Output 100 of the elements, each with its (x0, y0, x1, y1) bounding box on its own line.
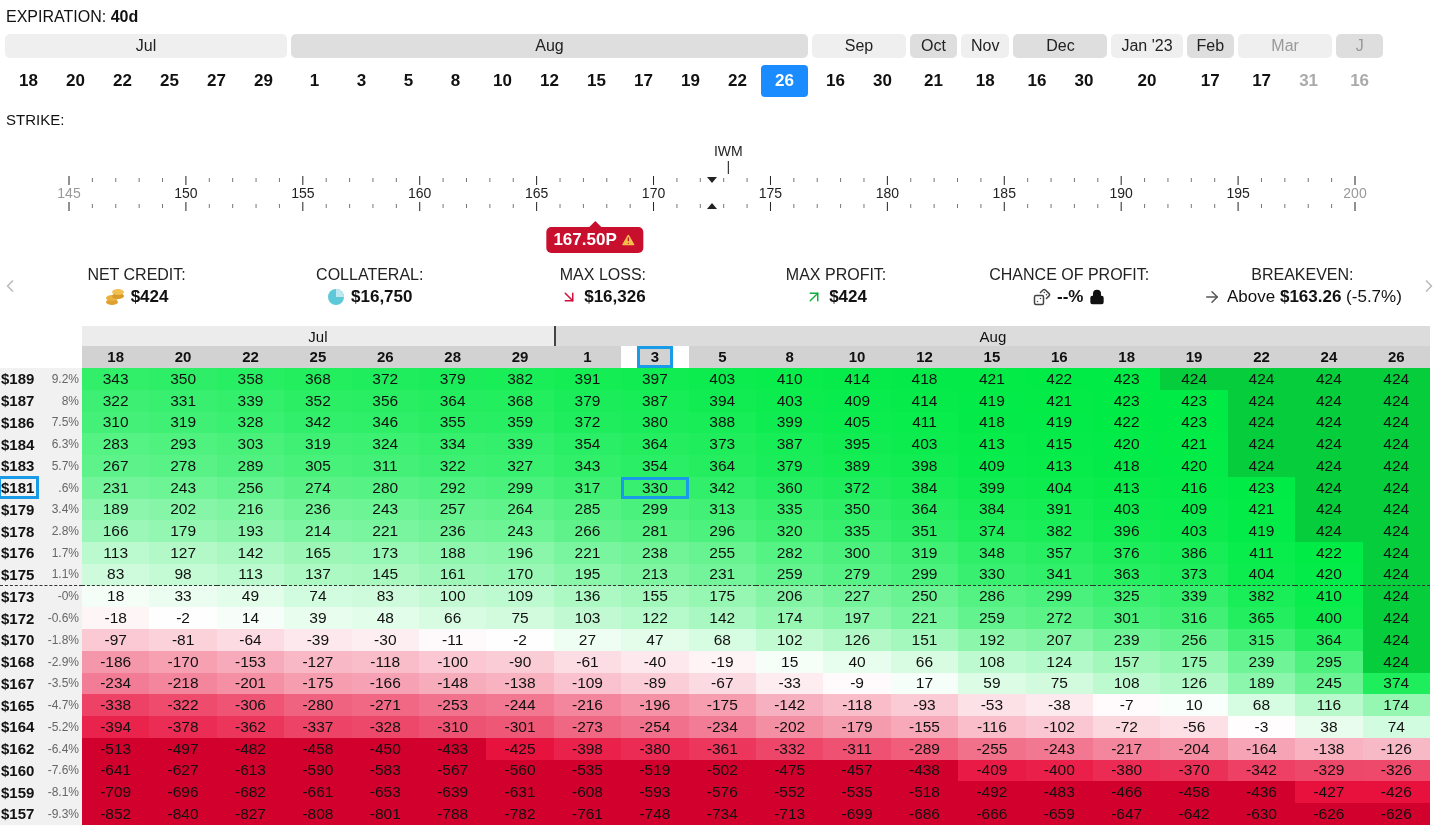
pnl-cell: 136 (553, 585, 622, 608)
strike-tick-label: 190 (1109, 185, 1133, 201)
pnl-cell: 122 (621, 607, 689, 629)
expiration-date-button[interactable]: 15 (573, 65, 620, 97)
strike-tick-label: 175 (758, 185, 783, 201)
date-header[interactable]: 12 (890, 346, 959, 368)
strike-price-label[interactable]: $176 (0, 543, 38, 563)
pnl-cell: -38 (1025, 694, 1093, 716)
pnl-cell: 424 (1295, 433, 1363, 455)
month-tab[interactable]: Dec (1013, 34, 1108, 58)
strike-price-label[interactable]: $183 (0, 456, 38, 476)
expiration-date-button[interactable]: 8 (432, 65, 479, 97)
strike-price-label[interactable]: $181 (0, 478, 38, 498)
strike-price-label[interactable]: $160 (0, 760, 38, 780)
date-header[interactable]: 28 (419, 346, 487, 368)
expiration-date-button[interactable]: 18 (961, 65, 1009, 97)
date-header[interactable]: 16 (1025, 346, 1093, 368)
expiration-date-button[interactable]: 22 (714, 65, 761, 97)
strike-price-label[interactable]: $186 (0, 412, 38, 432)
expiration-date-button[interactable]: 21 (910, 65, 957, 97)
date-header[interactable]: 26 (1362, 346, 1430, 368)
expiration-date-button[interactable]: 3 (338, 65, 385, 97)
date-header[interactable]: 1 (553, 346, 622, 368)
date-header[interactable]: 22 (216, 346, 285, 368)
date-header[interactable]: 19 (1160, 346, 1228, 368)
month-tab[interactable]: Sep (812, 34, 906, 58)
strike-price-label[interactable]: $159 (0, 782, 38, 802)
expiration-date-button[interactable]: 17 (1238, 65, 1286, 97)
month-tab[interactable]: Oct (910, 34, 957, 58)
pnl-cell: -394 (82, 716, 150, 738)
expiration-date-button[interactable]: 1 (291, 65, 338, 97)
date-header[interactable]: 22 (1227, 346, 1296, 368)
pnl-cell: -100 (419, 650, 487, 673)
expiration-date-button[interactable]: 19 (667, 65, 714, 97)
pnl-cell: -458 (1160, 781, 1228, 803)
price-change-label: 5.7% (51, 458, 79, 473)
strike-price-label[interactable]: $165 (0, 695, 38, 715)
underlying-marker (727, 160, 729, 175)
expiration-date-button[interactable]: 16 (812, 65, 859, 97)
strike-price-label[interactable]: $178 (0, 521, 38, 541)
pnl-cell: 423 (1160, 389, 1228, 412)
expiration-date-button[interactable]: 12 (526, 65, 573, 97)
expiration-date-button[interactable]: 10 (479, 65, 526, 97)
date-header[interactable]: 20 (149, 346, 217, 368)
month-tab[interactable]: Jan '23 (1111, 34, 1183, 58)
pnl-cell: 365 (1227, 607, 1296, 629)
expiration-date-button[interactable]: 30 (859, 65, 906, 97)
pnl-cell: -457 (823, 759, 891, 782)
date-header[interactable]: 26 (351, 346, 419, 368)
pnl-cell: -271 (351, 694, 419, 716)
date-header[interactable]: 8 (756, 346, 824, 368)
date-header[interactable]: 24 (1295, 346, 1363, 368)
strike-price-label[interactable]: $179 (0, 499, 38, 519)
month-tab[interactable]: Nov (961, 34, 1010, 58)
pnl-cell: 116 (1295, 694, 1363, 716)
expiration-date-button[interactable]: 17 (620, 65, 667, 97)
pnl-cell: 295 (1295, 650, 1363, 673)
expiration-date-button[interactable]: 27 (193, 65, 240, 97)
strike-price-label[interactable]: $175 (0, 564, 38, 584)
month-tab[interactable]: Jul (5, 34, 287, 58)
date-header[interactable]: 10 (823, 346, 891, 368)
pnl-cell: 257 (419, 498, 487, 521)
pnl-cell: -631 (486, 781, 554, 803)
strike-price-label[interactable]: $167 (0, 673, 38, 693)
strike-price-label[interactable]: $187 (0, 391, 38, 411)
month-tab[interactable]: Feb (1186, 34, 1235, 58)
strike-price-label[interactable]: $184 (0, 434, 38, 454)
strike-price-label[interactable]: $189 (0, 369, 38, 389)
strike-price-label[interactable]: $162 (0, 739, 38, 759)
date-header[interactable]: 5 (688, 346, 756, 368)
expiration-date-button[interactable]: 29 (240, 65, 287, 97)
date-header[interactable]: 25 (284, 346, 352, 368)
expiration-date-button[interactable]: 22 (99, 65, 146, 97)
strike-price-label[interactable]: $164 (0, 717, 38, 737)
expiration-date-button[interactable]: 16 (1013, 65, 1061, 97)
selected-strike-badge[interactable]: 167.50P (546, 227, 644, 253)
pnl-cell: 15 (756, 650, 824, 673)
date-header[interactable]: 18 (1093, 346, 1161, 368)
strike-price-label[interactable]: $168 (0, 652, 38, 672)
strike-price-label[interactable]: $157 (0, 804, 38, 824)
expiration-date-button[interactable]: 17 (1186, 65, 1234, 97)
expiration-date-button[interactable]: 25 (146, 65, 193, 97)
date-header[interactable]: 3 (637, 346, 673, 368)
pnl-cell: 410 (1295, 585, 1363, 608)
expiration-date-button[interactable]: 20 (1123, 65, 1171, 97)
date-header[interactable]: 15 (958, 346, 1026, 368)
strike-price-label[interactable]: $173 (0, 586, 38, 606)
expiration-date-button[interactable]: 5 (385, 65, 432, 97)
pnl-cell: 382 (1025, 520, 1093, 542)
strike-price-label[interactable]: $172 (0, 608, 38, 628)
date-header[interactable]: 29 (486, 346, 554, 368)
expiration-date-button[interactable]: 20 (52, 65, 99, 97)
date-header[interactable]: 18 (82, 346, 150, 368)
expiration-date-button[interactable]: 18 (5, 65, 52, 97)
pnl-cell: -155 (890, 716, 959, 738)
pnl-cell: -148 (419, 672, 487, 695)
month-tab[interactable]: Aug (291, 34, 808, 58)
expiration-date-button[interactable]: 30 (1060, 65, 1108, 97)
pnl-cell: 350 (823, 498, 891, 521)
strike-price-label[interactable]: $170 (0, 630, 38, 650)
